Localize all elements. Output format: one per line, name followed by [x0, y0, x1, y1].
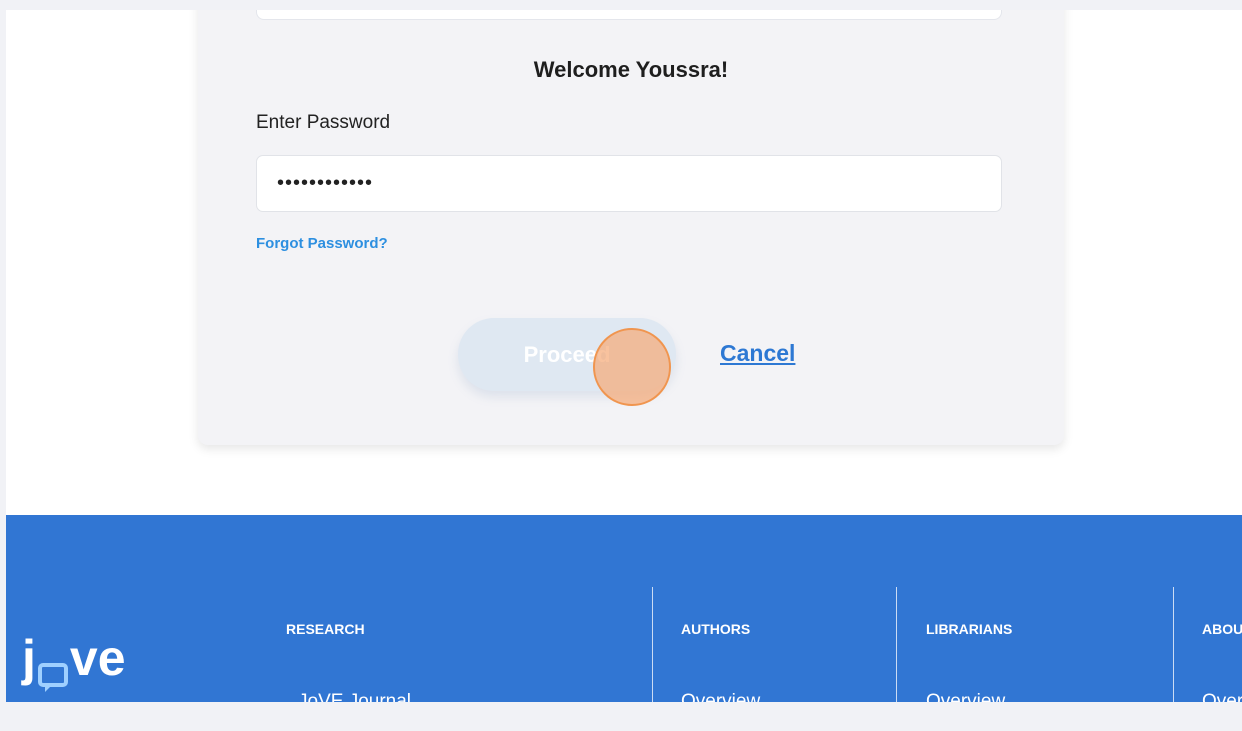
password-label: Enter Password [256, 112, 391, 133]
cancel-link[interactable]: Cancel [720, 340, 795, 367]
footer-heading-about: ABOUT [1202, 621, 1242, 637]
footer-divider [1173, 587, 1174, 702]
footer-link-librarians-overview[interactable]: Overview [926, 691, 1005, 702]
jove-logo[interactable]: j ve [22, 630, 126, 692]
page-viewport: Welcome Youssra! Enter Password Forgot P… [6, 10, 1242, 702]
site-footer: j ve RESEARCH JoVE Journal AUTHORS Overv… [6, 515, 1242, 702]
footer-heading-authors: AUTHORS [681, 621, 751, 637]
logo-letters-ve: ve [69, 630, 126, 686]
footer-heading-research: RESEARCH [286, 621, 365, 637]
footer-divider [896, 587, 897, 702]
speech-bubble-icon [37, 651, 68, 692]
footer-divider [652, 587, 653, 702]
proceed-button[interactable]: Proceed [458, 318, 676, 391]
footer-link-about-overview[interactable]: Overview [1202, 691, 1242, 702]
forgot-password-link[interactable]: Forgot Password? [256, 235, 388, 252]
email-field[interactable] [256, 10, 1002, 20]
footer-heading-librarians: LIBRARIANS [926, 621, 1013, 637]
password-input[interactable] [256, 155, 1002, 212]
login-card: Welcome Youssra! Enter Password Forgot P… [198, 10, 1064, 445]
footer-link-authors-overview[interactable]: Overview [681, 691, 760, 702]
logo-letter-j: j [22, 630, 36, 686]
footer-link-jove-journal[interactable]: JoVE Journal [298, 691, 411, 702]
welcome-heading: Welcome Youssra! [533, 57, 729, 82]
